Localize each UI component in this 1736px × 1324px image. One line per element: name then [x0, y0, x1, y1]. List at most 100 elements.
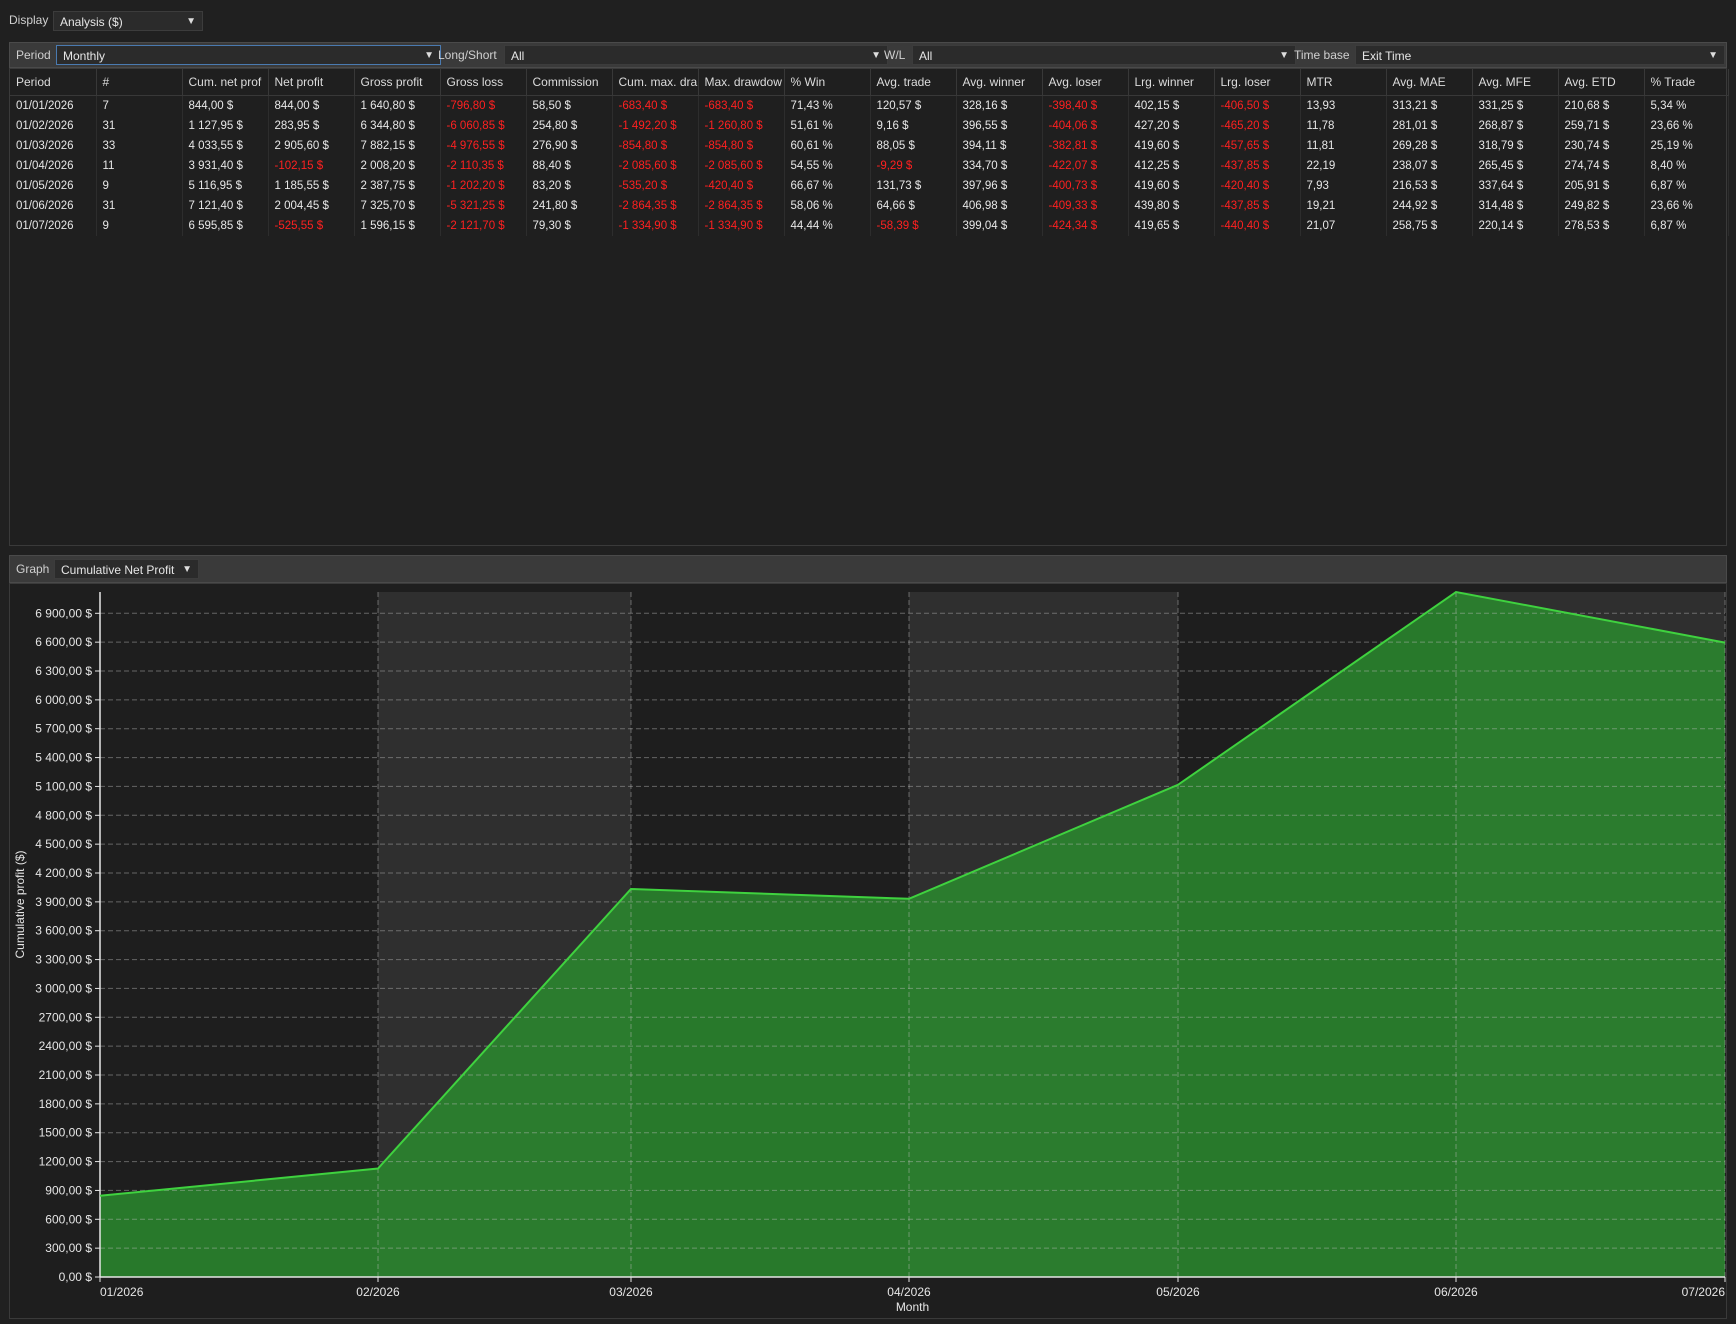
- table-cell: 79,30 $: [526, 216, 613, 236]
- table-row[interactable]: 01/05/2026 9 5 116,95 $1 185,55 $2 387,75 …: [10, 176, 1729, 196]
- table-cell: 276,90 $: [526, 136, 613, 156]
- y-tick-label: 5 400,00 $: [35, 751, 92, 765]
- column-header[interactable]: Lrg. winner: [1128, 69, 1215, 96]
- table-row[interactable]: 01/03/2026 33 4 033,55 $2 905,60 $7 882,15…: [10, 136, 1729, 156]
- table-cell: -1 334,90 $: [612, 216, 699, 236]
- table-row[interactable]: 01/04/2026 11 3 931,40 $ -102,15 $2 008,20 …: [10, 156, 1729, 176]
- table-cell: 216,53 $: [1386, 176, 1473, 196]
- table-cell: 406,98 $: [956, 196, 1043, 216]
- period-select[interactable]: Monthly ▼: [56, 45, 441, 65]
- column-header[interactable]: MTR: [1300, 69, 1387, 96]
- table-cell: 427,20 $: [1128, 116, 1215, 136]
- table-cell: 278,53 $: [1558, 216, 1645, 236]
- table-cell: 281,01 $: [1386, 116, 1473, 136]
- table-cell: 7: [96, 95, 183, 116]
- x-tick-label: 02/2026: [356, 1285, 400, 1299]
- table-cell: 331,25 $: [1472, 95, 1559, 116]
- analysis-table: Period # Cum. net prof Net profit Gross prof…: [10, 69, 1729, 236]
- table-row[interactable]: 01/07/2026 9 6 595,85 $ -525,55 $1 596,15 $…: [10, 216, 1729, 236]
- filter-bar: Period Monthly ▼ Long/Short All ▼ W/L Al…: [9, 42, 1727, 68]
- column-header[interactable]: % Win: [784, 69, 871, 96]
- graph-select-value: Cumulative Net Profit: [61, 563, 175, 577]
- table-cell: 58,06 %: [784, 196, 871, 216]
- y-tick-label: 5 700,00 $: [35, 722, 92, 736]
- table-cell: 397,96 $: [956, 176, 1043, 196]
- table-cell: 4 033,55 $: [182, 136, 269, 156]
- table-cell: 01/06/2026: [10, 196, 97, 216]
- table-cell: 01/07/2026: [10, 216, 97, 236]
- table-row[interactable]: 01/06/2026 31 7 121,40 $2 004,45 $7 325,70…: [10, 196, 1729, 216]
- column-header[interactable]: Avg. trade: [870, 69, 957, 96]
- chevron-down-icon: ▼: [1279, 50, 1289, 61]
- table-cell: 337,64 $: [1472, 176, 1559, 196]
- x-tick-label: 04/2026: [887, 1285, 931, 1299]
- column-header[interactable]: Period: [10, 69, 97, 96]
- column-header[interactable]: Cum. max. dra: [612, 69, 699, 96]
- column-header[interactable]: Avg. MAE: [1386, 69, 1473, 96]
- graph-select[interactable]: Cumulative Net Profit ▼: [54, 559, 199, 579]
- y-tick-label: 2400,00 $: [39, 1039, 93, 1053]
- column-header[interactable]: Max. drawdow: [698, 69, 785, 96]
- chart-panel: 0,00 $ 300,00 $ 600,00 $ 900,00 $ 1200,00 $ 1…: [9, 583, 1727, 1319]
- timebase-select[interactable]: Exit Time ▼: [1355, 45, 1725, 65]
- column-header[interactable]: Gross loss: [440, 69, 527, 96]
- table-cell: 60,61 %: [784, 136, 871, 156]
- column-header[interactable]: Avg. ETD: [1558, 69, 1645, 96]
- table-cell: 1 127,95 $: [182, 116, 269, 136]
- table-row[interactable]: 01/02/2026 31 1 127,95 $283,95 $6 344,80 $…: [10, 116, 1729, 136]
- longshort-label: Long/Short: [438, 48, 497, 62]
- table-cell: 66,67 %: [784, 176, 871, 196]
- column-header[interactable]: Net profit: [268, 69, 355, 96]
- table-cell: -2 110,35 $: [440, 156, 527, 176]
- table-cell: 51,61 %: [784, 116, 871, 136]
- table-row[interactable]: 01/01/2026 7 844,00 $844,00 $1 640,80 $ -79…: [10, 95, 1729, 116]
- table-cell: -382,81 $: [1042, 136, 1129, 156]
- column-header[interactable]: Cum. net prof: [182, 69, 269, 96]
- table-cell: 131,73 $: [870, 176, 957, 196]
- table-cell: -1 334,90 $: [698, 216, 785, 236]
- table-cell: 7 882,15 $: [354, 136, 441, 156]
- table-cell: 01/04/2026: [10, 156, 97, 176]
- table-cell: 23,66 %: [1644, 116, 1729, 136]
- table-cell: 6 595,85 $: [182, 216, 269, 236]
- column-header[interactable]: Avg. MFE: [1472, 69, 1559, 96]
- table-cell: -9,29 $: [870, 156, 957, 176]
- period-select-value: Monthly: [63, 49, 106, 63]
- column-header[interactable]: % Trade: [1644, 69, 1729, 96]
- y-tick-label: 2700,00 $: [39, 1010, 93, 1024]
- table-cell: 2 008,20 $: [354, 156, 441, 176]
- column-header[interactable]: Lrg. loser: [1214, 69, 1301, 96]
- table-cell: 220,14 $: [1472, 216, 1559, 236]
- table-cell: 283,95 $: [268, 116, 355, 136]
- timebase-label: Time base: [1294, 48, 1350, 62]
- column-header[interactable]: #: [96, 69, 183, 96]
- table-cell: -683,40 $: [612, 95, 699, 116]
- table-cell: -2 864,35 $: [698, 196, 785, 216]
- column-header[interactable]: Commission: [526, 69, 613, 96]
- table-cell: 11: [96, 156, 183, 176]
- table-cell: 9: [96, 216, 183, 236]
- wl-select[interactable]: All ▼: [912, 45, 1296, 65]
- table-cell: -854,80 $: [698, 136, 785, 156]
- column-header[interactable]: Avg. winner: [956, 69, 1043, 96]
- column-header[interactable]: Avg. loser: [1042, 69, 1129, 96]
- wl-select-value: All: [919, 49, 933, 63]
- period-label: Period: [16, 48, 51, 62]
- table-cell: -465,20 $: [1214, 116, 1301, 136]
- table-cell: -406,50 $: [1214, 95, 1301, 116]
- table-cell: 210,68 $: [1558, 95, 1645, 116]
- column-header[interactable]: Gross profit: [354, 69, 441, 96]
- display-select[interactable]: Analysis ($) ▼: [53, 11, 203, 31]
- table-cell: -2 085,60 $: [612, 156, 699, 176]
- table-cell: -437,85 $: [1214, 156, 1301, 176]
- y-tick-label: 3 600,00 $: [35, 924, 92, 938]
- table-cell: 44,44 %: [784, 216, 871, 236]
- table-cell: 19,21: [1300, 196, 1387, 216]
- y-axis-label: Cumulative profit ($): [13, 850, 27, 958]
- table-cell: 11,81: [1300, 136, 1387, 156]
- longshort-select[interactable]: All ▼: [504, 45, 888, 65]
- table-cell: -398,40 $: [1042, 95, 1129, 116]
- table-cell: 1 596,15 $: [354, 216, 441, 236]
- table-cell: 3 931,40 $: [182, 156, 269, 176]
- y-tick-label: 6 900,00 $: [35, 606, 92, 620]
